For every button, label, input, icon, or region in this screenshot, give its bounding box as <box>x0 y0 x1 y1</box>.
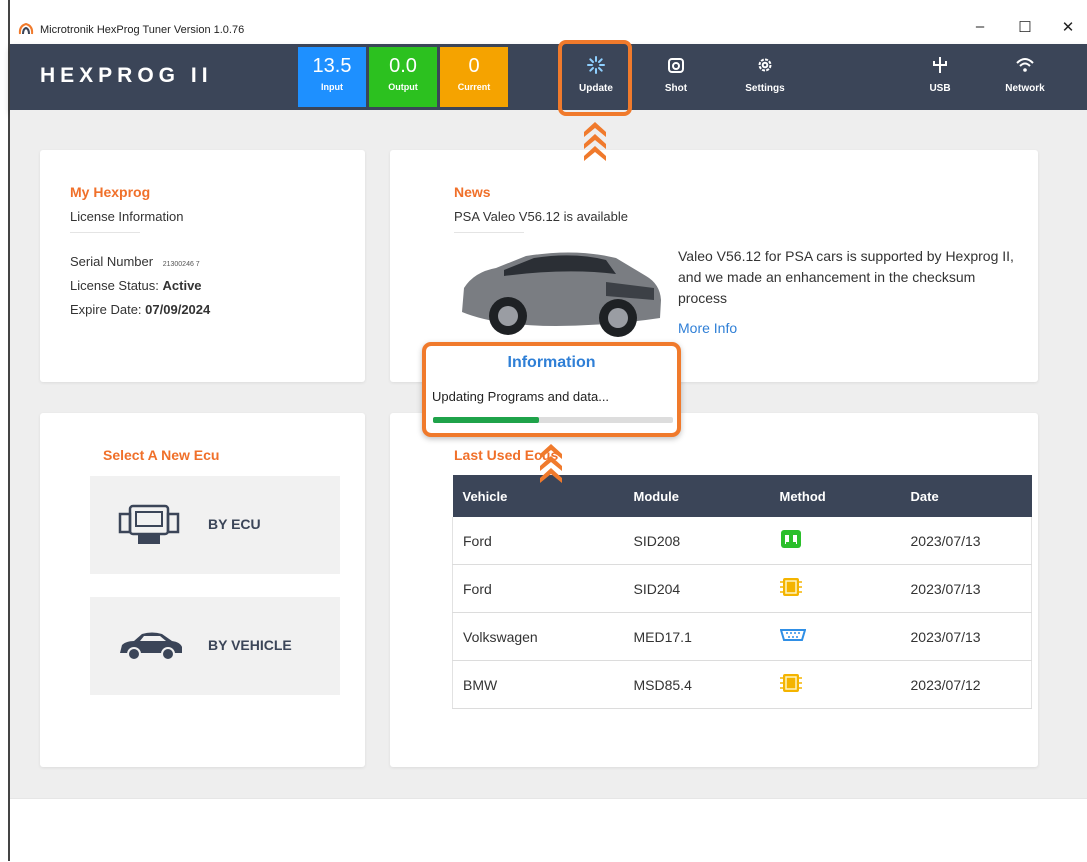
window-title: Microtronik HexProg Tuner Version 1.0.76 <box>40 24 245 36</box>
chevron-up-icon <box>584 122 606 161</box>
input-voltage-meter: 13.5 Input <box>298 47 366 107</box>
usb-label: USB <box>929 83 951 94</box>
gear-icon <box>758 58 772 72</box>
camera-icon <box>668 58 684 73</box>
module-cell: SID208 <box>623 517 770 565</box>
table-row[interactable]: BMW MSD85.4 2023/07/12 <box>452 660 1032 709</box>
by-ecu-label: BY ECU <box>208 516 261 532</box>
col-date: Date <box>900 475 1032 517</box>
network-label: Network <box>1005 83 1045 94</box>
divider <box>454 232 524 233</box>
progress-bar <box>433 417 673 423</box>
dialog-message: Updating Programs and data... <box>432 389 610 404</box>
method-cell <box>769 612 901 661</box>
table-row[interactable]: Ford SID204 2023/07/13 <box>452 564 1032 613</box>
maximize-button[interactable]: ☐ <box>1010 18 1040 36</box>
module-cell: MSD85.4 <box>623 660 770 709</box>
table-row[interactable]: Volkswagen MED17.1 2023/07/13 <box>452 612 1032 661</box>
more-info-link[interactable]: More Info <box>678 320 737 336</box>
news-title: News <box>454 184 491 200</box>
serial-number-label: Serial Number 21300246 7 <box>70 254 200 269</box>
chip-icon <box>779 578 802 596</box>
news-body: Valeo V56.12 for PSA cars is supported b… <box>678 248 1014 306</box>
last-used-table: Vehicle Module Method Date Ford SID208 2… <box>452 475 1032 709</box>
app-header: HEXPROG II 13.5 Input 0.0 Output 0 Curre… <box>10 44 1087 110</box>
output-label: Output <box>388 82 418 92</box>
footer-area <box>10 798 1087 862</box>
my-hexprog-title: My Hexprog <box>70 184 151 200</box>
shot-button[interactable]: Shot <box>650 44 702 110</box>
information-dialog: Information Updating Programs and data..… <box>422 342 681 437</box>
current-value: 0 <box>468 55 480 77</box>
brand-logo: HEXPROG II <box>40 64 213 87</box>
by-vehicle-button[interactable]: BY VEHICLE <box>90 597 340 695</box>
update-highlight <box>558 40 632 116</box>
my-hexprog-card: My Hexprog License Information Serial Nu… <box>40 150 365 382</box>
vehicle-cell: Ford <box>452 517 624 565</box>
col-module: Module <box>623 475 770 517</box>
usb-icon <box>933 57 947 73</box>
date-cell: 2023/07/13 <box>900 564 1032 613</box>
vehicle-cell: Volkswagen <box>452 612 624 661</box>
expire-label: Expire Date: <box>70 302 142 317</box>
settings-label: Settings <box>745 83 785 94</box>
by-vehicle-label: BY VEHICLE <box>208 637 292 653</box>
chip-icon <box>779 674 802 692</box>
col-vehicle: Vehicle <box>452 475 624 517</box>
last-used-ecus-card: Last Used Ecus Vehicle Module Method Dat… <box>390 413 1038 767</box>
title-bar: Microtronik HexProg Tuner Version 1.0.76… <box>10 0 1087 44</box>
network-button[interactable]: Network <box>995 44 1055 110</box>
shot-label: Shot <box>664 83 688 94</box>
input-value: 13.5 <box>312 55 352 77</box>
usb-button[interactable]: USB <box>918 44 962 110</box>
date-cell: 2023/07/13 <box>900 612 1032 661</box>
minimize-button[interactable]: – <box>965 18 995 35</box>
output-voltage-meter: 0.0 Output <box>369 47 437 107</box>
method-cell <box>769 564 901 613</box>
dialog-title: Information <box>507 354 596 371</box>
status-label: License Status: <box>70 278 159 293</box>
expire-date: Expire Date: 07/09/2024 <box>70 302 210 317</box>
divider <box>70 232 140 233</box>
select-ecu-card: Select A New Ecu BY ECU BY VEHICLE <box>40 413 365 767</box>
license-status: License Status: Active <box>70 278 202 293</box>
car-icon <box>120 632 182 661</box>
settings-button[interactable]: Settings <box>737 44 793 110</box>
close-button[interactable]: ✕ <box>1053 18 1083 36</box>
progress-fill <box>433 417 539 423</box>
date-cell: 2023/07/12 <box>900 660 1032 709</box>
current-label: Current <box>457 82 491 92</box>
by-ecu-button[interactable]: BY ECU <box>90 476 340 574</box>
chevron-up-icon <box>540 444 562 483</box>
expire-value: 07/09/2024 <box>145 302 211 317</box>
car-image <box>462 252 661 337</box>
module-cell: MED17.1 <box>623 612 770 661</box>
bench-connector-icon <box>779 629 806 641</box>
module-cell: SID204 <box>623 564 770 613</box>
license-info-label: License Information <box>70 209 184 224</box>
method-cell <box>769 517 901 565</box>
wifi-icon <box>1016 58 1034 72</box>
table-row[interactable]: Ford SID208 2023/07/13 <box>452 517 1032 565</box>
input-label: Input <box>321 82 343 92</box>
vehicle-cell: Ford <box>452 564 624 613</box>
date-cell: 2023/07/13 <box>900 517 1032 565</box>
method-cell <box>769 660 901 709</box>
current-meter: 0 Current <box>440 47 508 107</box>
serial-label: Serial Number <box>70 254 154 269</box>
serial-value: 21300246 7 <box>162 261 200 268</box>
output-value: 0.0 <box>389 55 417 77</box>
status-value: Active <box>162 278 202 293</box>
news-headline: PSA Valeo V56.12 is available <box>454 209 628 224</box>
select-ecu-title: Select A New Ecu <box>103 447 220 463</box>
obd-connector-icon <box>780 530 801 548</box>
vehicle-cell: BMW <box>452 660 624 709</box>
ecu-icon <box>118 504 180 544</box>
app-logo-icon <box>18 22 34 35</box>
col-method: Method <box>769 475 901 517</box>
